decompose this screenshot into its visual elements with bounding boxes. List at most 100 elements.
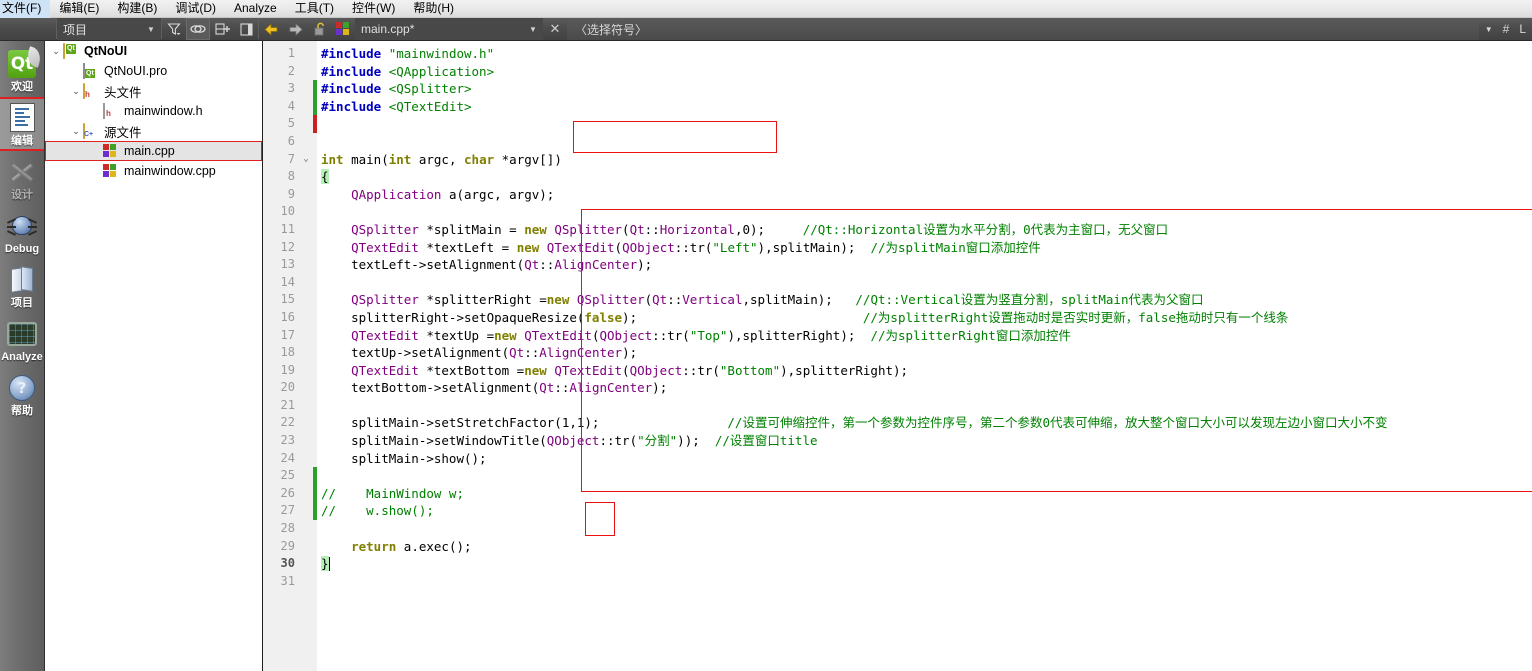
code-token: QObject [622,239,675,255]
code-line[interactable]: 17 QTextEdit *textUp =new QTextEdit(QObj… [263,326,1532,345]
code-line[interactable]: 16 splitterRight->setOpaqueResize(false)… [263,308,1532,327]
code-lines[interactable]: 1 #include "mainwindow.h" 2 #include <QAppl… [263,41,1532,591]
code-line[interactable]: 13 textLeft->setAlignment(Qt::AlignCente… [263,256,1532,274]
add-split-icon[interactable] [210,18,234,40]
menu-edit[interactable]: 编辑(E) [50,0,108,18]
code-line[interactable]: 15 QSplitter *splitterRight =new QSplitt… [263,291,1532,309]
fold-toggle-icon[interactable]: ⌄ [299,150,313,169]
code-text: splitterRight->setOpaqueResize(false); /… [317,309,1288,327]
menu-analyze[interactable]: Analyze [225,0,286,18]
synchronize-selection-icon[interactable] [186,18,210,40]
menu-window[interactable]: 控件(W) [343,0,404,18]
code-token: int [321,151,352,167]
chevron-down-icon[interactable]: ⌄ [69,86,83,97]
navigate-forward-icon[interactable] [283,18,307,40]
close-document-button[interactable]: ✕ [543,18,567,40]
code-line[interactable]: 28 [263,520,1532,538]
tree-item-mainwindow-cpp[interactable]: mainwindow.cpp [45,161,262,181]
code-line[interactable]: 10 [263,203,1532,221]
mode-debug[interactable]: Debug [0,205,44,259]
split-editor-icon[interactable]: L [1519,22,1526,36]
code-line[interactable]: 7 ⌄ int main(int argc, char *argv[]) [263,150,1532,169]
tree-item-qtnoui-pro[interactable]: QtNoUI.pro [45,61,262,81]
code-editor[interactable]: 1 #include "mainwindow.h" 2 #include <QAppl… [263,41,1532,671]
code-line[interactable]: 26 // MainWindow w; [263,484,1532,503]
code-line[interactable]: 29 return a.exec(); [263,537,1532,556]
code-token: char [464,151,502,167]
code-token: QSplitter [351,221,419,237]
code-line[interactable]: 2 #include <QApplication> [263,62,1532,81]
line-number: 26 [263,484,299,503]
mode-analyze[interactable]: Analyze [0,313,44,367]
tree-item-main-cpp[interactable]: main.cpp [45,141,262,161]
code-token: ,splitMain); [742,292,856,308]
code-line[interactable]: 4 #include <QTextEdit> [263,97,1532,116]
tree-item-mainwindow-h[interactable]: mainwindow.h [45,101,262,121]
unlocked-icon[interactable] [307,18,331,40]
code-line[interactable]: 18 textUp->setAlignment(Qt::AlignCenter)… [263,344,1532,362]
menu-file[interactable]: 文件(F) [0,0,51,18]
chevron-down-icon[interactable]: ▼ [1485,25,1493,34]
code-line[interactable]: 5 [263,115,1532,133]
menu-help[interactable]: 帮助(H) [404,0,463,18]
fold-spacer [299,185,313,204]
code-line[interactable]: 23 splitMain->setWindowTitle(QObject::tr… [263,432,1532,450]
navigate-backward-icon[interactable] [259,18,283,40]
code-line[interactable]: 1 #include "mainwindow.h" [263,45,1532,63]
code-line[interactable]: 24 splitMain->show(); [263,449,1532,468]
code-line[interactable]: 11 QSplitter *splitMain = new QSplitter(… [263,220,1532,239]
fold-spacer [299,291,313,309]
menu-debug[interactable]: 调试(D) [166,0,225,18]
code-line[interactable]: 3 #include <QSplitter> [263,80,1532,98]
code-line[interactable]: 14 [263,273,1532,292]
tree-item-label: mainwindow.h [124,104,203,118]
menu-tools[interactable]: 工具(T) [286,0,343,18]
code-line[interactable]: 20 textBottom->setAlignment(Qt::AlignCen… [263,379,1532,397]
filter-icon[interactable] [162,18,186,40]
code-token: :: [554,380,570,396]
mode-help[interactable]: ? 帮助 [0,367,44,421]
mode-welcome[interactable]: Qt 欢迎 [0,43,44,97]
line-column-icon[interactable]: # [1503,22,1510,36]
help-question-icon: ? [6,372,38,404]
code-line[interactable]: 8{ [263,168,1532,186]
code-line[interactable]: 30} [263,555,1532,573]
code-token: <QApplication> [388,63,495,79]
chevron-down-icon[interactable]: ⌄ [69,126,83,137]
tree-item-sources[interactable]: ⌄ 源文件 [45,121,262,141]
code-line[interactable]: 19 QTextEdit *textBottom =new QTextEdit(… [263,361,1532,380]
code-text: #include <QApplication> [317,63,494,81]
line-number: 18 [263,344,299,362]
code-line[interactable]: 22 splitMain->setStretchFactor(1,1); //设… [263,414,1532,433]
mode-design[interactable]: 设计 [0,151,44,205]
code-line[interactable]: 21 [263,396,1532,415]
mode-edit-label: 编辑 [11,134,33,147]
mode-edit[interactable]: 编辑 [0,97,44,151]
symbol-selector-combo[interactable]: 〈选择符号〉 [567,18,1479,40]
code-line[interactable]: 12 QTextEdit *textLeft = new QTextEdit(Q… [263,238,1532,257]
fold-spacer [299,432,313,450]
line-number: 15 [263,291,299,309]
code-token: #include [321,46,389,61]
chevron-down-icon[interactable]: ⌄ [49,46,63,57]
qt-welcome-icon: Qt [6,48,38,80]
tree-item-qtnoui[interactable]: ⌄ QtNoUI [45,41,262,61]
close-sidebar-icon[interactable] [234,18,258,40]
code-line[interactable]: 25 [263,467,1532,485]
code-token: "Left" [712,239,758,255]
code-line[interactable]: 9 QApplication a(argc, argv); [263,185,1532,204]
code-line[interactable]: 6 [263,132,1532,151]
fold-spacer [299,502,313,521]
code-line[interactable]: 31 [263,572,1532,591]
code-line[interactable]: 27 // w.show(); [263,502,1532,521]
tree-item-headers[interactable]: ⌄ 头文件 [45,81,262,101]
menu-build[interactable]: 构建(B) [108,0,166,18]
open-file-combo[interactable]: main.cpp* ▼ [355,18,543,40]
project-filter-combo[interactable]: 项目 ▼ [57,18,161,40]
code-token: QSplitter [576,292,645,308]
line-number: 7 [263,150,299,169]
mode-projects[interactable]: 项目 [0,259,44,313]
